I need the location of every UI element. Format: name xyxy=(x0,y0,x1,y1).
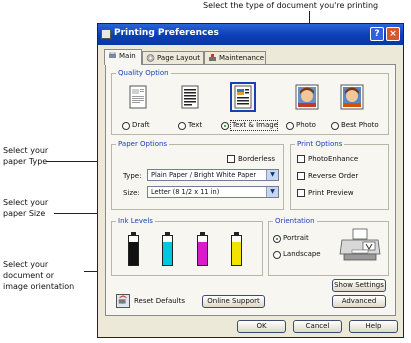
orientation-group: Orientation Portrait Landscape xyxy=(268,217,389,276)
paper-size-value: Letter (8 1/2 x 11 in) xyxy=(151,188,220,196)
best-photo-label: Best Photo xyxy=(341,121,379,129)
ink-cap xyxy=(131,232,136,236)
printer-illustration-icon xyxy=(339,228,381,261)
close-title-button[interactable]: × xyxy=(386,27,400,41)
page-layout-tab-icon xyxy=(146,54,155,62)
borderless-checkbox[interactable] xyxy=(227,155,235,163)
text-and-image-label: Text & Image xyxy=(232,121,278,129)
portrait-radio[interactable] xyxy=(273,235,281,243)
chevron-down-icon: ▼ xyxy=(266,187,278,197)
ink-levels-group: Ink Levels xyxy=(111,217,263,276)
reset-defaults-icon xyxy=(116,294,130,308)
print-options-label: Print Options xyxy=(295,140,345,149)
window-title: Printing Preferences xyxy=(114,28,219,38)
callout-paper-size-line2: paper Size xyxy=(3,209,46,218)
callout-paper-size-line1: Select your xyxy=(3,198,49,207)
landscape-label: Landscape xyxy=(283,250,321,258)
printing-preferences-window: Printing Preferences ? × Main Page Layou… xyxy=(97,23,404,338)
callout-orientation: Select your document or image orientatio… xyxy=(3,259,74,292)
help-button[interactable]: Help xyxy=(349,320,398,333)
maintenance-tab-icon xyxy=(209,54,216,61)
print-preview-checkbox[interactable] xyxy=(297,189,305,197)
print-preview-label: Print Preview xyxy=(308,189,354,197)
callout-paper-type-line1: Select your xyxy=(3,146,49,155)
draft-label: Draft xyxy=(132,121,150,129)
printer-icon xyxy=(101,29,111,39)
ink-cap xyxy=(234,232,239,236)
callout-orientation-line3: image orientation xyxy=(3,282,75,291)
borderless-label: Borderless xyxy=(238,155,276,163)
callout-orientation-line1: Select your xyxy=(3,260,49,269)
callout-orientation-line2: document or xyxy=(3,271,55,280)
paper-size-label: Size: xyxy=(123,189,140,197)
paper-options-group: Paper Options Borderless Type: Plain Pap… xyxy=(111,140,284,210)
callout-paper-size: Select your paper Size xyxy=(3,197,48,219)
main-tab-icon xyxy=(109,52,116,58)
draft-radio[interactable] xyxy=(122,122,130,130)
reverse-order-checkbox[interactable] xyxy=(297,172,305,180)
reverse-order-label: Reverse Order xyxy=(308,172,359,180)
help-title-button[interactable]: ? xyxy=(370,27,384,41)
photo-radio[interactable] xyxy=(286,122,294,130)
paper-options-label: Paper Options xyxy=(116,140,170,149)
paper-type-label: Type: xyxy=(123,172,142,180)
ink-fill-cyan xyxy=(163,242,172,265)
draft-document-icon xyxy=(129,85,147,109)
paper-size-select[interactable]: Letter (8 1/2 x 11 in) ▼ xyxy=(147,186,279,198)
photo-enhance-checkbox[interactable] xyxy=(297,155,305,163)
online-support-button[interactable]: Online Support xyxy=(202,295,265,308)
best-photo-radio[interactable] xyxy=(331,122,339,130)
quality-option-label: Quality Option xyxy=(116,69,171,78)
advanced-button[interactable]: Advanced xyxy=(332,295,386,308)
tab-main[interactable]: Main xyxy=(104,49,142,65)
ink-cap xyxy=(165,232,170,236)
cancel-button[interactable]: Cancel xyxy=(293,320,342,333)
text-document-icon xyxy=(181,85,199,109)
text-and-image-document-icon xyxy=(234,85,252,109)
text-label: Text xyxy=(188,121,203,129)
show-settings-button[interactable]: Show Settings xyxy=(332,279,386,292)
ink-cartridge-yellow xyxy=(231,232,242,266)
paper-type-value: Plain Paper / Bright White Paper xyxy=(151,171,257,179)
ink-fill-magenta xyxy=(198,242,207,265)
callout-document-type-text: Select the type of document you're print… xyxy=(203,1,379,10)
photo-enhance-label: PhotoEnhance xyxy=(308,155,359,163)
tab-page-layout[interactable]: Page Layout xyxy=(142,51,204,64)
ink-levels-label: Ink Levels xyxy=(116,217,155,226)
ink-cartridge-cyan xyxy=(162,232,173,266)
orientation-label: Orientation xyxy=(273,217,317,226)
tab-page-layout-label: Page Layout xyxy=(157,54,200,62)
chevron-down-icon: ▼ xyxy=(266,170,278,180)
ink-cartridge-magenta xyxy=(197,232,208,266)
tab-main-label: Main xyxy=(119,52,136,60)
callout-document-type: Select the type of document you're print… xyxy=(203,0,378,11)
ok-button[interactable]: OK xyxy=(237,320,286,333)
text-radio[interactable] xyxy=(178,122,186,130)
callout-paper-type-line2: paper Type xyxy=(3,157,48,166)
callout-paper-type: Select your paper Type xyxy=(3,145,48,167)
photo-document-icon xyxy=(295,84,319,110)
ink-fill-black xyxy=(129,242,138,265)
landscape-radio[interactable] xyxy=(273,251,281,259)
paper-type-select[interactable]: Plain Paper / Bright White Paper ▼ xyxy=(147,169,279,181)
tab-maintenance[interactable]: Maintenance xyxy=(204,51,266,64)
ink-fill-yellow xyxy=(232,242,241,265)
reset-defaults-link[interactable]: Reset Defaults xyxy=(134,297,185,306)
reset-icon xyxy=(118,295,127,304)
ink-cap xyxy=(200,232,205,236)
photo-label: Photo xyxy=(296,121,316,129)
ink-cartridge-black xyxy=(128,232,139,266)
best-photo-document-icon xyxy=(340,84,364,110)
text-and-image-radio[interactable] xyxy=(221,122,229,130)
title-bar: Printing Preferences ? × xyxy=(98,24,403,45)
portrait-label: Portrait xyxy=(283,234,309,242)
print-options-group: Print Options PhotoEnhance Reverse Order… xyxy=(290,140,389,210)
tab-maintenance-label: Maintenance xyxy=(219,54,265,62)
quality-option-group: Quality Option Draft Text Text & Image P… xyxy=(111,69,389,135)
